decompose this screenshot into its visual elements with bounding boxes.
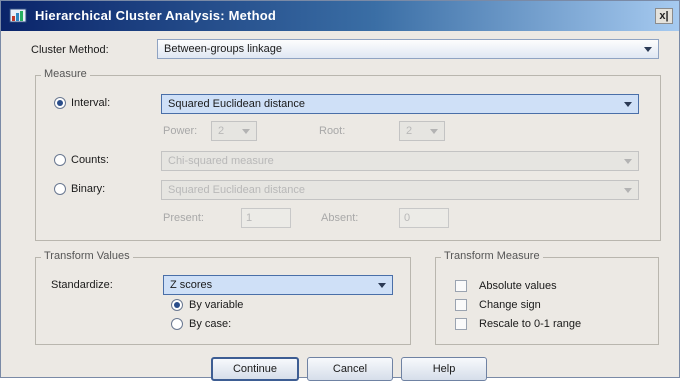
interval-measure-value: Squared Euclidean distance <box>168 98 305 110</box>
counts-label: Counts: <box>71 154 109 166</box>
power-dropdown[interactable]: 2 <box>211 121 257 141</box>
cluster-method-value: Between-groups linkage <box>164 43 283 55</box>
binary-measure-dropdown[interactable]: Squared Euclidean distance <box>161 180 639 200</box>
rescale-checkbox[interactable] <box>455 318 467 330</box>
absent-value: 0 <box>404 212 411 224</box>
title-bar[interactable]: Hierarchical Cluster Analysis: Method x| <box>1 1 679 31</box>
change-sign-checkbox[interactable] <box>455 299 467 311</box>
interval-label: Interval: <box>71 97 111 109</box>
binary-measure-value: Squared Euclidean distance <box>168 184 305 196</box>
present-label: Present: <box>163 212 204 224</box>
standardize-value: Z scores <box>170 279 213 291</box>
root-label: Root: <box>319 125 346 137</box>
chevron-down-icon <box>624 188 632 193</box>
counts-radio[interactable] <box>54 154 66 166</box>
chevron-down-icon <box>242 129 250 134</box>
transform-values-legend: Transform Values <box>41 250 133 262</box>
app-icon <box>9 8 27 23</box>
transform-measure-legend: Transform Measure <box>441 250 543 262</box>
change-sign-label: Change sign <box>479 299 541 311</box>
by-case-radio[interactable] <box>171 318 183 330</box>
absent-label: Absent: <box>321 212 359 224</box>
cluster-method-dropdown[interactable]: Between-groups linkage <box>157 39 659 59</box>
counts-measure-value: Chi-squared measure <box>168 155 274 167</box>
dialog-title: Hierarchical Cluster Analysis: Method <box>35 8 276 23</box>
cluster-method-label: Cluster Method: <box>31 44 109 56</box>
root-value: 2 <box>406 125 413 137</box>
binary-radio[interactable] <box>54 183 66 195</box>
present-field[interactable]: 1 <box>241 208 291 228</box>
chevron-down-icon <box>624 159 632 164</box>
by-variable-label: By variable <box>189 299 244 311</box>
interval-measure-dropdown[interactable]: Squared Euclidean distance <box>161 94 639 114</box>
absent-field[interactable]: 0 <box>399 208 449 228</box>
by-case-label: By case: <box>189 318 232 330</box>
transform-measure-group <box>435 257 659 345</box>
chevron-down-icon <box>430 129 438 134</box>
power-label: Power: <box>163 125 198 137</box>
by-variable-radio[interactable] <box>171 299 183 311</box>
power-value: 2 <box>218 125 225 137</box>
counts-measure-dropdown[interactable]: Chi-squared measure <box>161 151 639 171</box>
chevron-down-icon <box>644 47 652 52</box>
help-button[interactable]: Help <box>401 357 487 381</box>
absolute-values-label: Absolute values <box>479 280 557 292</box>
close-button[interactable]: x| <box>655 8 673 24</box>
measure-legend: Measure <box>41 68 90 80</box>
binary-label: Binary: <box>71 183 106 195</box>
chevron-down-icon <box>378 283 386 288</box>
standardize-label: Standardize: <box>51 279 113 291</box>
root-dropdown[interactable]: 2 <box>399 121 445 141</box>
present-value: 1 <box>246 212 253 224</box>
chevron-down-icon <box>624 102 632 107</box>
continue-button[interactable]: Continue <box>211 357 299 381</box>
standardize-dropdown[interactable]: Z scores <box>163 275 393 295</box>
interval-radio[interactable] <box>54 97 66 109</box>
cancel-button[interactable]: Cancel <box>307 357 393 381</box>
absolute-values-checkbox[interactable] <box>455 280 467 292</box>
method-dialog: Hierarchical Cluster Analysis: Method x|… <box>0 0 680 381</box>
rescale-label: Rescale to 0-1 range <box>479 318 582 330</box>
